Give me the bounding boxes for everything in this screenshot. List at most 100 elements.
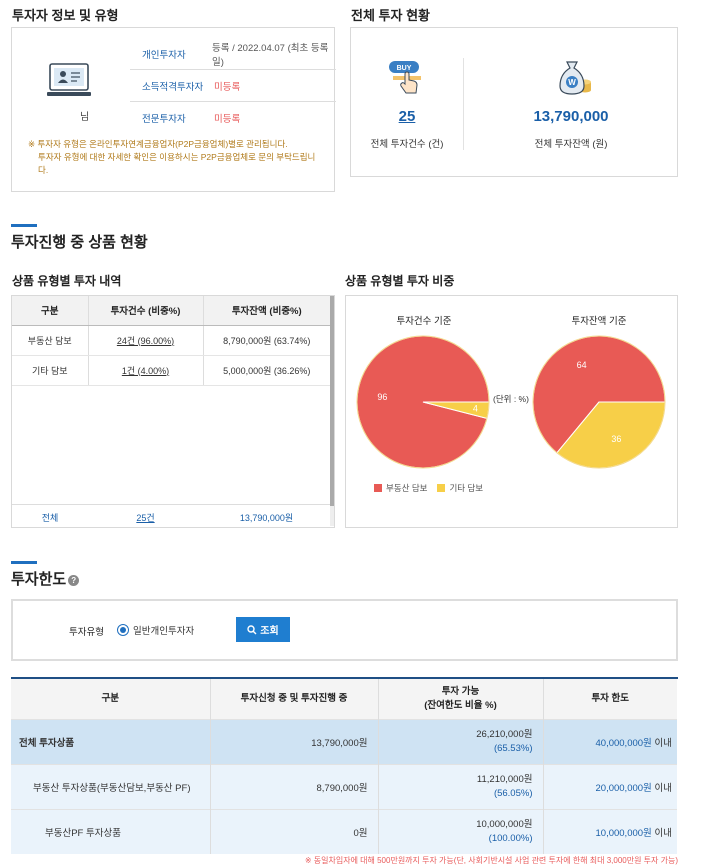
total-balance: 13,790,000원 [239,512,294,523]
table-total-row: 전체 25건 13,790,000원 [12,504,330,527]
investor-type-value: 등록 / 2022.04.07 (최초 등록일) [212,42,329,68]
limit-suffix: 이내 [654,782,672,794]
investor-section-title: 투자자 정보 및 유형 [12,8,119,23]
investor-type-value: 미등록 [214,81,241,93]
total-balance-label: 전체 투자잔액 (원) [534,139,608,150]
row-name: 부동산 투자상품(부동산담보,부동산 PF) [11,763,211,809]
summary-divider [463,58,464,150]
investor-type-value: 미등록 [214,114,241,125]
limit-table: 구분 투자신청 중 및 투자진행 중 투자 가능 (잔여한도 비율 %) 투자 … [11,679,677,854]
user-name-suffix: 님 [80,112,90,123]
limit-footnote: ※ 동일차입자에 대해 500만원까지 투자 가능(단, 사회기반시설 사업 관… [304,856,678,865]
total-type: 전체 [41,512,59,523]
cell-count-link[interactable]: 1건 (4.00%) [88,355,204,386]
radio-selected-icon[interactable] [117,624,129,636]
chart-box: 투자건수 기준 투자잔액 기준 96 4 64 36 (단위 : %) 부동산 담보 … [345,295,678,528]
investor-type-label: 전문투자자 [142,114,186,125]
filter-label: 투자유형 [69,627,104,638]
pie-data-label: 96 [377,392,387,402]
investor-monitor-icon [46,61,92,104]
limit-section-title: 투자한도 ? [11,568,80,589]
notice-line: 투자자 유형에 대한 자세한 확인은 이용하시는 P2P금융업체로 문의 부탁드… [38,152,316,162]
total-count-value[interactable]: 25 [351,108,463,125]
cell-type: 부동산 담보 [12,325,89,356]
column-header: 투자 한도 [543,679,677,719]
column-header-line: 투자 가능 [441,685,480,697]
cell-count-link[interactable]: 24건 (96.00%) [88,325,204,356]
total-balance-value: 13,790,000 [533,108,609,125]
buy-badge-text: BUY [397,65,412,72]
investor-type-row-professional: 전문투자자 미등록 [130,102,336,134]
table-row: 부동산PF 투자상품 0원 10,000,000원 (100.00%) 10,0… [11,808,677,854]
investor-type-row-income: 소득적격투자자 미등록 [130,70,336,102]
limit-title-text: 투자한도 [11,571,67,588]
table-row: 기타 담보 1건 (4.00%) 5,000,000원 (36.26%) [12,355,330,386]
row-limit: 20,000,000원 이내 [543,763,677,809]
investor-info-box: 님 개인투자자 등록 / 2022.04.07 (최초 등록일) 소득적격투자자… [11,27,336,192]
legend-label: 부동산 담보 [386,483,428,493]
available-amount: 26,210,000원 [476,728,533,740]
investor-type-row-individual: 개인투자자 등록 / 2022.04.07 (최초 등록일) [130,38,336,70]
investment-type-table-box: 구분 투자건수 (비중%) 투자잔액 (비중%) 부동산 담보 24건 (96.… [11,295,335,528]
legend-swatch [437,484,446,492]
limit-suffix: 이내 [654,827,672,839]
won-symbol: W [568,78,576,87]
limit-suffix: 이내 [654,737,672,749]
cell-balance: 8,790,000원 (63.74%) [203,325,330,356]
pie-data-label: 64 [577,360,587,370]
row-available: 10,000,000원 (100.00%) [378,808,544,854]
limit-amount: 20,000,000원 [595,782,652,794]
table-scrollbar[interactable] [330,296,334,526]
limit-amount: 10,000,000원 [595,827,652,839]
row-limit: 40,000,000원 이내 [543,718,677,764]
available-ratio: (100.00%) [488,832,533,844]
row-applied: 13,790,000원 [210,718,379,764]
chart-legend: 부동산 담보 기타 담보 [374,482,483,494]
limit-amount: 40,000,000원 [595,737,652,749]
cell-balance: 5,000,000원 (36.26%) [203,355,330,386]
column-header: 투자 가능 (잔여한도 비율 %) [378,679,544,719]
pie-charts: 96 4 64 36 [356,335,666,469]
column-header: 투자건수 (비중%) [88,296,204,326]
total-count-label: 전체 투자건수 (건) [370,139,444,150]
money-bag-icon: W [553,56,593,101]
limit-table-wrap: 구분 투자신청 중 및 투자진행 중 투자 가능 (잔여한도 비율 %) 투자 … [11,677,678,854]
chart-unit-label: (단위 : %) [493,394,529,404]
section-accent-bar [11,224,37,227]
row-applied: 0원 [210,808,379,854]
row-name: 전체 투자상품 [11,718,211,764]
chart-title: 상품 유형별 투자 비중 [345,274,455,288]
table-row: 부동산 투자상품(부동산담보,부동산 PF) 8,790,000원 11,210… [11,763,677,809]
column-header: 구분 [12,296,89,326]
investor-type-label: 소득적격투자자 [142,81,204,93]
investor-type-radio[interactable]: 일반개인투자자 [117,623,194,637]
legend-label: 기타 담보 [449,483,484,493]
search-icon [247,624,257,634]
available-ratio: (65.53%) [493,742,533,754]
row-limit: 10,000,000원 이내 [543,808,677,854]
row-available: 11,210,000원 (56.05%) [378,763,544,809]
column-header: 구분 [11,679,211,719]
available-ratio: (56.05%) [493,787,533,799]
notice-line: 다. [38,165,49,175]
buy-icon: BUY [387,58,427,101]
limit-filter-box: 투자유형 일반개인투자자 조회 [11,599,678,661]
column-header: 투자신청 중 및 투자진행 중 [210,679,379,719]
investor-notice: ※ 투자자 유형은 온라인투자연계금융업자(P2P금융업체)별로 관리됩니다. … [28,138,328,177]
available-amount: 11,210,000원 [476,773,533,785]
total-section-title: 전체 투자 현황 [351,8,430,23]
table-title: 상품 유형별 투자 내역 [12,274,122,288]
help-icon[interactable]: ? [68,574,80,586]
available-amount: 10,000,000원 [476,818,533,830]
radio-label: 일반개인투자자 [133,626,195,637]
cell-type: 기타 담보 [12,355,89,386]
investor-type-label: 개인투자자 [142,49,186,61]
column-header: 투자잔액 (비중%) [203,296,330,326]
legend-swatch [374,484,382,492]
row-applied: 8,790,000원 [210,763,379,809]
total-count-link[interactable]: 25건 [88,511,203,524]
search-button[interactable]: 조회 [236,617,290,642]
column-header-line: (잔여한도 비율 %) [424,699,497,711]
pie-data-label: 36 [611,434,621,444]
row-name: 부동산PF 투자상품 [11,808,211,854]
